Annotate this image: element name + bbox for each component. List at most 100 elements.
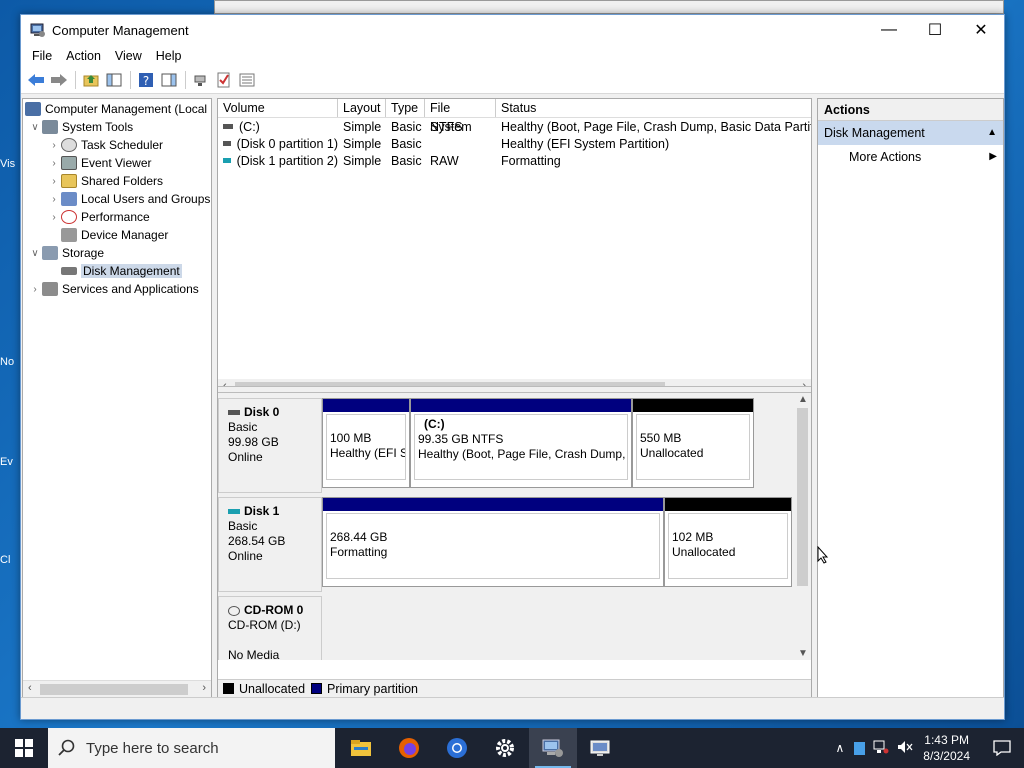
server-manager-icon[interactable] [577, 728, 625, 768]
desktop-icon-label[interactable]: Ev [0, 456, 22, 468]
desktop-icon-label[interactable]: Cl [0, 554, 22, 566]
expand-chevron-icon[interactable]: › [47, 140, 61, 151]
tree-item-label: Task Scheduler [81, 138, 164, 152]
connect-icon[interactable] [190, 69, 212, 91]
column-header-status[interactable]: Status [496, 99, 811, 117]
expand-chevron-icon[interactable]: › [47, 176, 61, 187]
column-header-type[interactable]: Type [386, 99, 425, 117]
column-header-volume[interactable]: Volume [218, 99, 338, 117]
notifications-icon[interactable] [980, 728, 1024, 768]
menu-help[interactable]: Help [149, 49, 189, 63]
up-folder-icon[interactable] [80, 69, 102, 91]
disk-graphical-view: Disk 0 Basic 99.98 GB Online 100 MB Heal… [218, 393, 811, 660]
expand-chevron-icon[interactable]: › [28, 284, 42, 295]
volume-icon [223, 158, 231, 163]
volume-name: (Disk 1 partition 2) [236, 153, 338, 168]
tree-root[interactable]: Computer Management (Local [25, 100, 207, 118]
table-row[interactable]: (Disk 1 partition 2) Simple Basic RAW Fo… [218, 152, 811, 169]
cdrom-icon [228, 605, 240, 616]
scrollbar-thumb[interactable] [797, 408, 808, 586]
expand-chevron-icon[interactable]: › [47, 194, 61, 205]
disk-1-partition-primary[interactable]: 268.44 GB Formatting [322, 497, 664, 587]
system-tray: ∧ 1:43 PM 8/3/2024 [835, 728, 1024, 768]
expand-chevron-icon[interactable]: › [47, 158, 61, 169]
scroll-left-arrow-icon[interactable]: ‹ [28, 682, 32, 694]
pane-splitter[interactable] [218, 386, 811, 393]
scroll-down-arrow-icon[interactable]: ▼ [798, 648, 808, 659]
disk-1-unallocated[interactable]: 102 MB Unallocated [664, 497, 792, 587]
scrollbar-thumb[interactable] [40, 684, 188, 695]
file-explorer-icon[interactable] [337, 728, 385, 768]
tree-item-device-manager[interactable]: Device Manager [47, 226, 168, 244]
actions-section-disk-management[interactable]: Disk Management ▲ [818, 121, 1003, 145]
tree-item-event-viewer[interactable]: › Event Viewer [47, 154, 151, 172]
column-header-layout[interactable]: Layout [338, 99, 386, 117]
disk-0-partition-c[interactable]: (C:) 99.35 GB NTFS Healthy (Boot, Page F… [410, 398, 632, 488]
scroll-right-arrow-icon[interactable]: › [202, 682, 206, 694]
minimize-button[interactable]: — [866, 15, 912, 45]
back-arrow-icon[interactable] [25, 69, 47, 91]
collapse-chevron-icon[interactable]: ∨ [28, 248, 42, 259]
table-row[interactable]: (C:) Simple Basic NTFS Healthy (Boot, Pa… [218, 118, 811, 135]
desktop-icon-label[interactable]: No [0, 356, 22, 368]
volume-muted-icon[interactable] [897, 740, 913, 757]
desktop-icon-label[interactable]: Vis [0, 158, 22, 170]
show-hide-console-tree-icon[interactable] [103, 69, 125, 91]
disk-0-unallocated[interactable]: 550 MB Unallocated [632, 398, 754, 488]
menu-view[interactable]: View [108, 49, 149, 63]
computer-management-icon [25, 102, 41, 116]
scrollbar-thumb[interactable] [235, 382, 665, 386]
network-icon[interactable] [873, 740, 889, 757]
checklist-icon[interactable] [213, 69, 235, 91]
partition-bar [665, 498, 791, 511]
disk-0-info[interactable]: Disk 0 Basic 99.98 GB Online [218, 398, 322, 493]
tree-item-performance[interactable]: › Performance [47, 208, 150, 226]
firefox-icon[interactable] [385, 728, 433, 768]
tree-item-storage[interactable]: ∨ Storage [28, 244, 104, 262]
menu-file[interactable]: File [25, 49, 59, 63]
show-hidden-icons-chevron-icon[interactable]: ∧ [835, 741, 844, 755]
tree-item-system-tools[interactable]: ∨ System Tools [28, 118, 133, 136]
tree-item-services-and-applications[interactable]: › Services and Applications [28, 280, 199, 298]
tree-item-disk-management[interactable]: Disk Management [47, 262, 182, 280]
close-button[interactable]: ✕ [958, 15, 1004, 45]
chrome-icon[interactable] [433, 728, 481, 768]
maximize-button[interactable]: ☐ [912, 15, 958, 45]
tray-app-icon[interactable] [854, 741, 866, 755]
forward-arrow-icon[interactable] [48, 69, 70, 91]
menu-action[interactable]: Action [59, 49, 108, 63]
tree-item-task-scheduler[interactable]: › Task Scheduler [47, 136, 163, 154]
disk-management-pane: Volume Layout Type File System Status (C… [217, 98, 812, 698]
table-row[interactable]: (Disk 0 partition 1) Simple Basic Health… [218, 135, 811, 152]
scroll-up-arrow-icon[interactable]: ▲ [798, 394, 808, 405]
cdrom-0-info[interactable]: CD-ROM 0 CD-ROM (D:) No Media [218, 596, 322, 660]
tree-horizontal-scrollbar[interactable]: ‹ › [23, 680, 211, 697]
collapse-chevron-icon[interactable]: ∨ [28, 122, 42, 133]
toolbar-separator [130, 71, 131, 89]
scroll-left-arrow-icon[interactable]: ‹ [223, 380, 227, 386]
background-window[interactable] [214, 0, 1004, 14]
disk-1-info[interactable]: Disk 1 Basic 268.54 GB Online [218, 497, 322, 592]
column-header-file-system[interactable]: File System [425, 99, 496, 134]
action-more-actions[interactable]: More Actions ▶ [818, 145, 1003, 169]
partition-bar [323, 399, 409, 412]
taskbar: Type here to search ∧ 1:43 PM 8/3/2024 [0, 728, 1024, 768]
tree-item-shared-folders[interactable]: › Shared Folders [47, 172, 163, 190]
collapse-triangle-icon[interactable]: ▲ [987, 121, 997, 145]
toolbar: ? [21, 67, 1004, 94]
disk-0-partition-efi[interactable]: 100 MB Healthy (EFI S [322, 398, 410, 488]
taskbar-search-box[interactable]: Type here to search [48, 728, 335, 768]
scroll-right-arrow-icon[interactable]: › [802, 380, 806, 386]
title-bar[interactable]: Computer Management — ☐ ✕ [21, 15, 1004, 45]
properties-list-icon[interactable] [236, 69, 258, 91]
computer-management-taskbar-icon[interactable] [529, 728, 577, 768]
help-icon[interactable]: ? [135, 69, 157, 91]
clock[interactable]: 1:43 PM 8/3/2024 [923, 732, 970, 764]
show-hide-action-pane-icon[interactable] [158, 69, 180, 91]
settings-gear-icon[interactable] [481, 728, 529, 768]
start-button[interactable] [0, 728, 48, 768]
expand-chevron-icon[interactable]: › [47, 212, 61, 223]
tree-item-local-users-and-groups[interactable]: › Local Users and Groups [47, 190, 210, 208]
volume-list-horizontal-scrollbar[interactable]: ‹ › [218, 379, 811, 386]
disk-view-vertical-scrollbar[interactable]: ▲ ▼ [794, 393, 811, 660]
